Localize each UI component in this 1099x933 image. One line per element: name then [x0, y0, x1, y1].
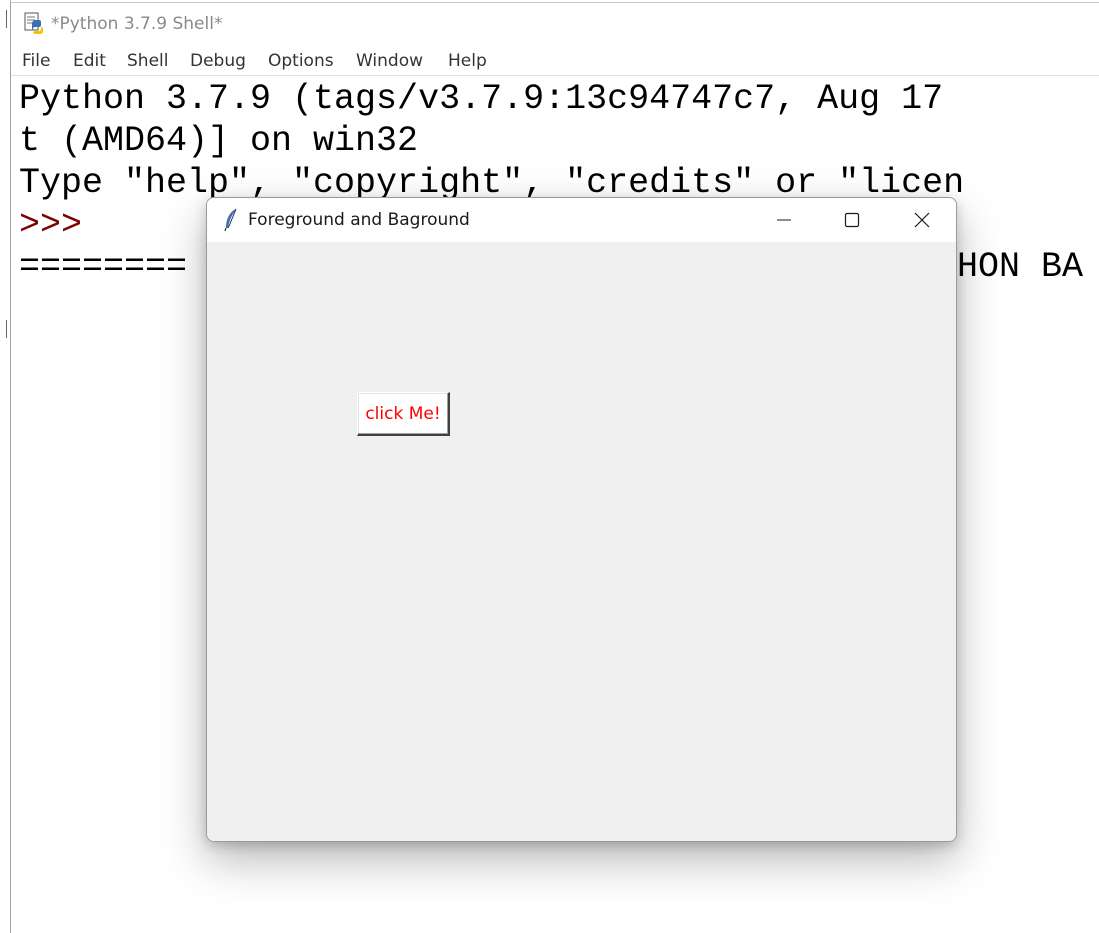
python-idle-icon [24, 12, 43, 34]
close-icon [914, 212, 930, 228]
click-me-button[interactable]: click Me! [357, 392, 450, 436]
maximize-button[interactable] [818, 198, 886, 242]
close-button[interactable] [888, 198, 956, 242]
shell-prompt: >>> [19, 205, 104, 245]
menu-window[interactable]: Window [356, 51, 423, 71]
tk-titlebar[interactable]: Foreground and Baground [207, 198, 956, 242]
tk-window-title: Foreground and Baground [248, 210, 470, 230]
minimize-icon [777, 219, 791, 221]
shell-window-title: *Python 3.7.9 Shell* [51, 14, 223, 34]
restart-separator: ======== [19, 247, 188, 287]
restart-banner-tail: HON BA [957, 247, 1084, 287]
menubar: File Edit Shell Debug Options Window Hel… [11, 47, 1099, 76]
tk-window: Foreground and Baground click Me! [206, 197, 957, 842]
shell-output-line: Python 3.7.9 (tags/v3.7.9:13c94747c7, Au… [19, 79, 944, 119]
menu-edit[interactable]: Edit [73, 51, 106, 71]
tk-window-body: click Me! [207, 242, 956, 841]
shell-titlebar: *Python 3.7.9 Shell* [11, 3, 1099, 43]
menu-shell[interactable]: Shell [127, 51, 168, 71]
menu-options[interactable]: Options [268, 51, 334, 71]
shell-output-line: t (AMD64)] on win32 [19, 121, 419, 161]
minimize-button[interactable] [750, 198, 818, 242]
tk-feather-icon [224, 208, 237, 232]
menu-debug[interactable]: Debug [190, 51, 246, 71]
maximize-icon [844, 212, 860, 228]
menu-file[interactable]: File [22, 51, 50, 71]
menu-help[interactable]: Help [448, 51, 487, 71]
